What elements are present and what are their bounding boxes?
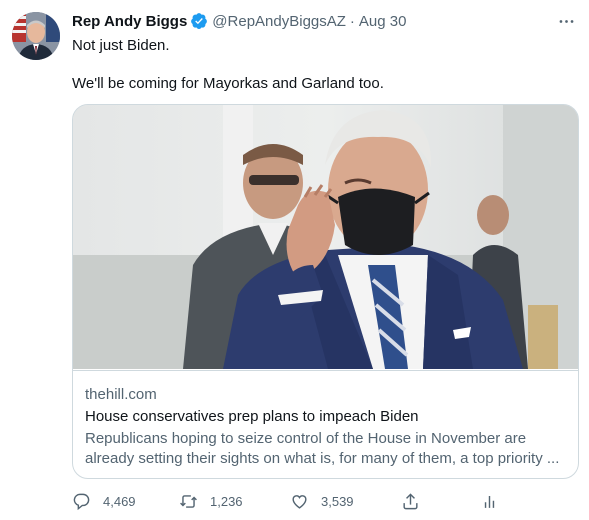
tweet-actions: 4,469 1,236 3,539 bbox=[72, 490, 532, 512]
link-card-body: thehill.com House conservatives prep pla… bbox=[73, 370, 578, 478]
like-icon bbox=[292, 494, 307, 509]
author-handle[interactable]: @RepAndyBiggsAZ bbox=[212, 13, 346, 30]
link-card[interactable]: thehill.com House conservatives prep pla… bbox=[72, 104, 579, 479]
more-icon[interactable] bbox=[555, 11, 577, 31]
separator-dot: · bbox=[349, 12, 355, 30]
reply-button[interactable]: 4,469 bbox=[72, 490, 136, 512]
link-card-domain: thehill.com bbox=[85, 386, 157, 403]
verified-badge-icon bbox=[190, 12, 208, 30]
share-icon bbox=[403, 492, 418, 509]
like-button[interactable]: 3,539 bbox=[290, 490, 354, 512]
like-count: 3,539 bbox=[321, 493, 354, 509]
tweet-text-line: Not just Biden. bbox=[72, 37, 170, 54]
link-card-title: House conservatives prep plans to impeac… bbox=[85, 408, 419, 425]
share-button[interactable] bbox=[401, 490, 420, 512]
retweet-icon bbox=[180, 494, 197, 508]
link-card-description-line: already setting their sights on what is,… bbox=[85, 450, 560, 467]
tweet-header: Rep Andy Biggs @RepAndyBiggsAZ · Aug 30 bbox=[72, 11, 577, 31]
author-name[interactable]: Rep Andy Biggs bbox=[72, 13, 187, 30]
link-card-image bbox=[73, 105, 578, 369]
analytics-icon bbox=[484, 495, 495, 508]
retweet-button[interactable]: 1,236 bbox=[179, 490, 243, 512]
analytics-button[interactable] bbox=[480, 490, 499, 512]
reply-icon bbox=[73, 493, 90, 510]
retweet-count: 1,236 bbox=[210, 493, 243, 509]
tweet[interactable]: Rep Andy Biggs @RepAndyBiggsAZ · Aug 30 … bbox=[0, 0, 589, 520]
tweet-text-line: We'll be coming for Mayorkas and Garland… bbox=[72, 75, 384, 92]
tweet-text: Not just Biden. We'll be coming for Mayo… bbox=[72, 36, 572, 94]
tweet-timestamp[interactable]: Aug 30 bbox=[359, 13, 407, 30]
link-card-description: Republicans hoping to seize control of t… bbox=[85, 429, 566, 469]
reply-count: 4,469 bbox=[103, 493, 136, 509]
avatar[interactable] bbox=[12, 12, 60, 60]
avatar-image bbox=[12, 12, 60, 60]
link-card-description-line: Republicans hoping to seize control of t… bbox=[85, 430, 527, 447]
